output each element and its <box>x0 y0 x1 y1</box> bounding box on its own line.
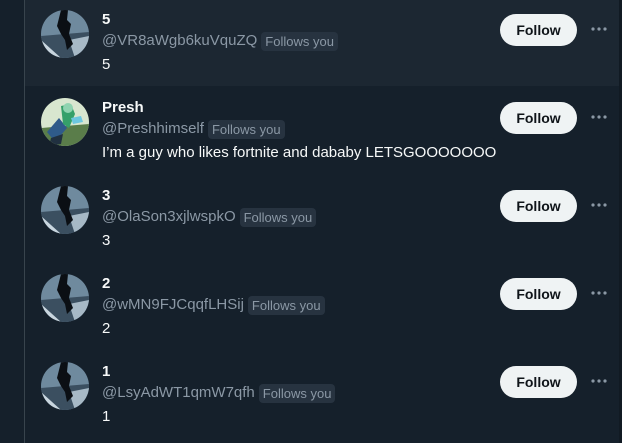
user-bio: I’m a guy who likes fortnite and dababy … <box>102 144 497 161</box>
silhouette-avatar[interactable] <box>41 362 89 410</box>
follow-button[interactable]: Follow <box>500 366 577 398</box>
silhouette-avatar[interactable] <box>41 186 89 234</box>
more-options-icon[interactable] <box>587 17 611 41</box>
user-row[interactable]: 1 @LsyAdWT1qmW7qfh Follows you 1 Follow <box>25 350 619 438</box>
user-row[interactable]: 3 @OlaSon3xjlwspkO Follows you 3 Follow <box>25 174 619 262</box>
follow-button[interactable]: Follow <box>500 14 577 46</box>
more-options-icon[interactable] <box>587 193 611 217</box>
more-options-icon[interactable] <box>587 281 611 305</box>
user-display-name[interactable]: 5 <box>102 11 110 29</box>
user-display-name[interactable]: Presh <box>102 99 144 117</box>
follow-button[interactable]: Follow <box>500 190 577 222</box>
user-display-name[interactable]: 1 <box>102 363 110 381</box>
user-row[interactable]: 5 @VR8aWgb6kuVquZQ Follows you 5 Follow <box>25 0 619 86</box>
follows-you-badge: Follows you <box>261 31 338 51</box>
followers-list: 5 @VR8aWgb6kuVquZQ Follows you 5 Follow <box>0 0 622 443</box>
user-handle[interactable]: @wMN9FJCqqfLHSij <box>102 296 244 314</box>
user-bio: 1 <box>102 408 111 425</box>
follows-you-badge: Follows you <box>207 119 285 139</box>
more-options-icon[interactable] <box>587 369 611 393</box>
user-bio: 2 <box>102 320 111 337</box>
follows-you-badge: Follows you <box>247 295 325 315</box>
follows-you-badge: Follows you <box>239 207 317 227</box>
user-row[interactable]: Presh @Preshhimself Follows you I’m a gu… <box>25 86 619 174</box>
silhouette-avatar[interactable] <box>41 10 89 58</box>
follows-you-badge: Follows you <box>258 383 336 403</box>
user-handle-line: @OlaSon3xjlwspkO Follows you <box>102 207 317 227</box>
silhouette-avatar[interactable] <box>41 274 89 322</box>
follow-button[interactable]: Follow <box>500 102 577 134</box>
user-bio: 5 <box>102 56 111 73</box>
user-handle[interactable]: @Preshhimself <box>102 120 204 138</box>
game-character-avatar[interactable] <box>41 98 89 146</box>
user-display-name[interactable]: 2 <box>102 275 110 293</box>
user-handle-line: @LsyAdWT1qmW7qfh Follows you <box>102 383 336 403</box>
user-display-name[interactable]: 3 <box>102 187 110 205</box>
user-handle[interactable]: @OlaSon3xjlwspkO <box>102 208 236 226</box>
user-handle[interactable]: @LsyAdWT1qmW7qfh <box>102 384 255 402</box>
follow-button[interactable]: Follow <box>500 278 577 310</box>
user-handle[interactable]: @VR8aWgb6kuVquZQ <box>102 32 257 50</box>
user-handle-line: @VR8aWgb6kuVquZQ Follows you <box>102 31 338 51</box>
user-handle-line: @Preshhimself Follows you <box>102 119 285 139</box>
user-row[interactable]: 2 @wMN9FJCqqfLHSij Follows you 2 Follow <box>25 262 619 350</box>
user-handle-line: @wMN9FJCqqfLHSij Follows you <box>102 295 325 315</box>
user-bio: 3 <box>102 232 111 249</box>
more-options-icon[interactable] <box>587 105 611 129</box>
